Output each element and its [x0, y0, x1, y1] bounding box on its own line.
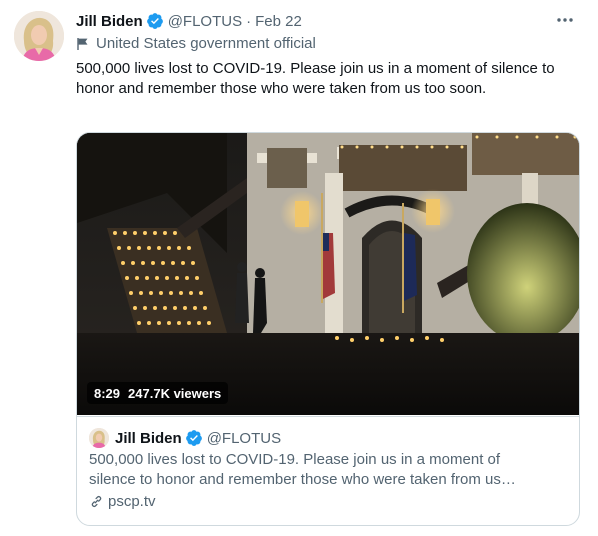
verified-badge-icon — [146, 13, 163, 29]
tweet-date[interactable]: Feb 22 — [255, 13, 302, 30]
link-icon — [91, 496, 102, 507]
author-handle[interactable]: @FLOTUS — [168, 13, 242, 30]
embed-text-line2: silence to honor and remember those who … — [89, 471, 516, 488]
card-body[interactable]: Jill Biden @FLOTUS 500,000 lives lost to… — [77, 416, 579, 525]
verified-badge-icon — [185, 430, 202, 446]
video-card[interactable]: 8:29 247.7K viewers Jill Biden @FLOTUS 5… — [76, 132, 580, 526]
embed-author-handle: @FLOTUS — [206, 429, 282, 447]
embed-avatar — [89, 428, 109, 448]
video-thumbnail[interactable] — [77, 133, 579, 415]
embed-text: 500,000 lives lost to COVID-19. Please j… — [89, 450, 567, 490]
tweet[interactable]: Jill Biden @FLOTUS · Feb 22 United State… — [0, 0, 598, 536]
tweet-text: 500,000 lives lost to COVID-19. Please j… — [76, 60, 555, 97]
video-stats-badge: 8:29 247.7K viewers — [87, 382, 229, 404]
separator-dot: · — [246, 12, 252, 30]
embed-header: Jill Biden @FLOTUS — [89, 428, 281, 448]
flag-icon — [77, 37, 88, 50]
author-name[interactable]: Jill Biden — [76, 13, 143, 30]
more-options-icon[interactable] — [552, 9, 578, 31]
card-link[interactable]: pscp.tv — [89, 493, 156, 510]
embed-author-name: Jill Biden — [115, 429, 182, 447]
card-link-text[interactable]: pscp.tv — [108, 493, 156, 510]
government-label-text: United States government official — [96, 35, 316, 52]
author-avatar[interactable] — [14, 11, 64, 61]
video-viewers: 247.7K viewers — [128, 385, 222, 401]
embed-text-line1: 500,000 lives lost to COVID-19. Please j… — [89, 451, 501, 468]
government-label: United States government official — [76, 35, 316, 52]
tweet-header: Jill Biden @FLOTUS · Feb 22 — [76, 11, 582, 31]
video-duration: 8:29 — [94, 385, 121, 401]
